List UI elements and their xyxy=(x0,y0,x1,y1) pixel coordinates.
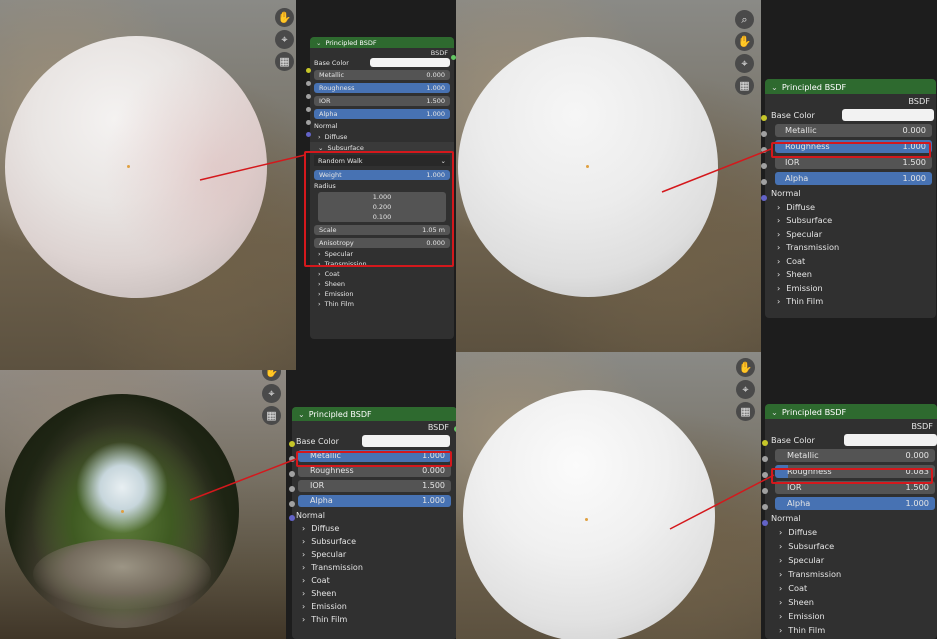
quadrant-glossy: ✋ ⌖ ▦ ⌄ Principled BSDF BSDF Base Color … xyxy=(456,352,937,639)
quadrant-subsurface: ✋ ⌖ ▦ ⌄ Principled BSDF BSDF Base Color … xyxy=(0,0,456,370)
callout-line xyxy=(199,154,306,181)
quadrant-roughness: ⌕ ✋ ⌖ ▦ ⌄ Principled BSDF BSDF Base Colo… xyxy=(456,0,937,352)
callout-line xyxy=(189,458,297,501)
callout-line xyxy=(661,148,772,193)
quadrant-metallic: ✋ ⌖ ▦ ⌄ Principled BSDF BSDF Base Color … xyxy=(0,370,462,639)
callout-line xyxy=(669,474,775,530)
